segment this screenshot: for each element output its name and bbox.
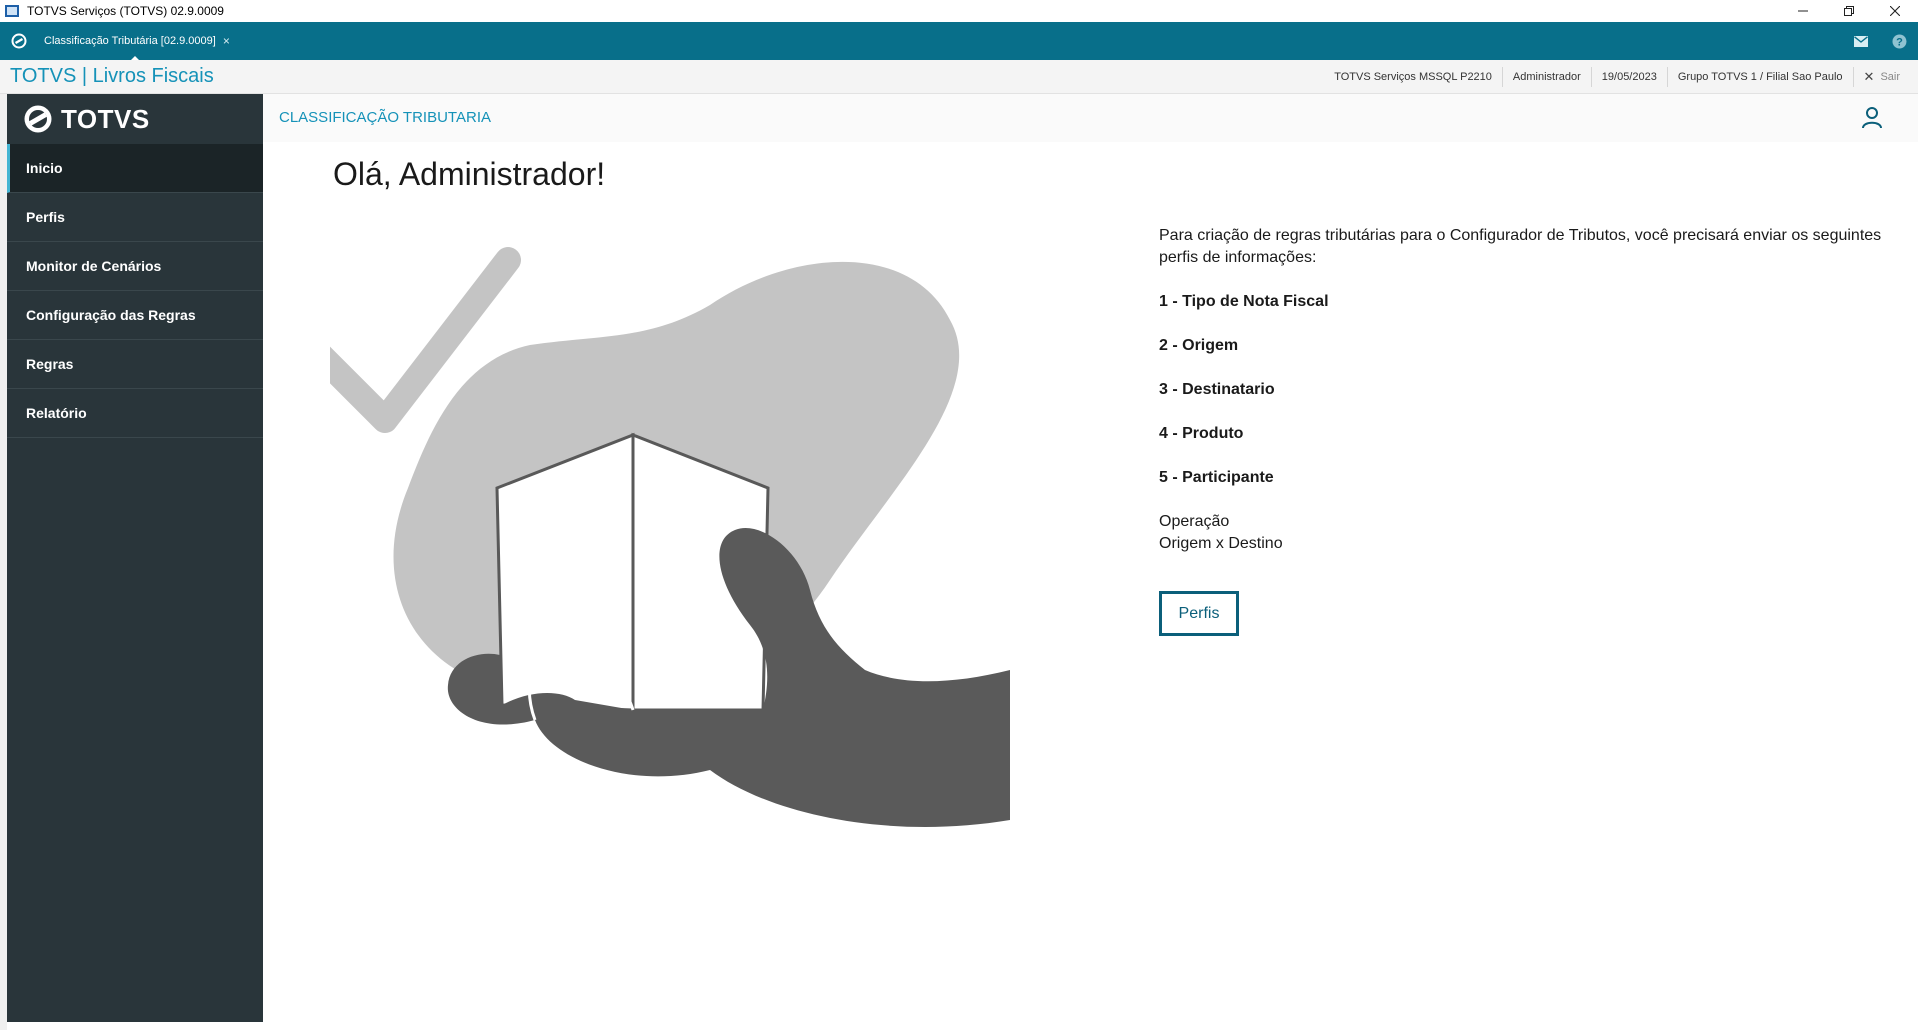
sidebar-item-regras[interactable]: Regras: [7, 340, 263, 389]
close-icon[interactable]: [1872, 0, 1918, 22]
sidebar-item-monitor-de-cenarios[interactable]: Monitor de Cenários: [7, 242, 263, 291]
sidebar-item-inicio[interactable]: Inicio: [7, 144, 263, 193]
exit-label: Sair: [1880, 71, 1900, 83]
branch-label[interactable]: Grupo TOTVS 1 / Filial Sao Paulo: [1666, 67, 1853, 87]
tab-label: Classificação Tributária [02.9.0009]: [44, 35, 216, 47]
restore-icon[interactable]: [1826, 0, 1872, 22]
tab-bar: Classificação Tributária [02.9.0009] × ?: [0, 22, 1918, 63]
date-label: 19/05/2023: [1590, 67, 1667, 87]
app-window: TOTVS Serviços (TOTVS) 02.9.0009 Classif…: [0, 0, 1918, 1030]
note-operacao: Operação: [1159, 513, 1230, 530]
page-title: CLASSIFICAÇÃO TRIBUTARIA: [279, 109, 491, 126]
sidebar-item-label: Inicio: [26, 160, 63, 176]
close-icon: ✕: [1863, 69, 1875, 84]
tab-close-icon[interactable]: ×: [223, 34, 230, 48]
greeting-heading: Olá, Administrador!: [333, 156, 606, 192]
tabbar-actions: ?: [1842, 22, 1918, 60]
window-title: TOTVS Serviços (TOTVS) 02.9.0009: [27, 4, 224, 18]
sidebar-item-label: Perfis: [26, 209, 65, 225]
step-item: 4 - Produto: [1159, 425, 1244, 442]
totvs-logo-icon: [24, 105, 52, 133]
left-edge-strip: [0, 94, 7, 1030]
step-item: 5 - Participante: [1159, 469, 1274, 486]
mail-icon[interactable]: [1842, 22, 1880, 60]
sidebar-item-configuracao-das-regras[interactable]: Configuração das Regras: [7, 291, 263, 340]
intro-text: Para criação de regras tributárias para …: [1159, 227, 1882, 266]
sidebar-logo: TOTVS: [7, 94, 263, 144]
user-label: Administrador: [1501, 67, 1591, 87]
exit-button[interactable]: ✕ Sair: [1852, 67, 1910, 87]
step-item: 2 - Origem: [1159, 337, 1239, 354]
module-title: TOTVS | Livros Fiscais: [10, 65, 214, 87]
sidebar-item-label: Regras: [26, 356, 74, 372]
info-panel: Para criação de regras tributárias para …: [1159, 225, 1899, 636]
user-icon[interactable]: [1860, 105, 1884, 129]
sidebar-item-label: Monitor de Cenários: [26, 258, 162, 274]
help-icon[interactable]: ?: [1880, 22, 1918, 60]
sidebar-item-perfis[interactable]: Perfis: [7, 193, 263, 242]
window-controls: [1780, 0, 1918, 22]
sidebar: TOTVS Inicio Perfis Monitor de Cenários …: [7, 94, 263, 1022]
perfis-button[interactable]: Perfis: [1159, 591, 1239, 636]
note-origem-destino: Origem x Destino: [1159, 535, 1283, 552]
environment-label: TOTVS Serviços MSSQL P2210: [1334, 71, 1492, 83]
minimize-icon[interactable]: [1780, 0, 1826, 22]
app-window-icon: [5, 5, 19, 17]
tab-classificacao-tributaria[interactable]: Classificação Tributária [02.9.0009] ×: [38, 25, 240, 63]
sidebar-item-relatorio[interactable]: Relatório: [7, 389, 263, 438]
hand-holding-box-illustration: [330, 247, 1010, 827]
os-title-bar: TOTVS Serviços (TOTVS) 02.9.0009: [0, 0, 1918, 22]
session-info: TOTVS Serviços MSSQL P2210 Administrador…: [1324, 60, 1910, 94]
totvs-home-icon[interactable]: [0, 22, 38, 60]
content-header: CLASSIFICAÇÃO TRIBUTARIA: [263, 94, 1918, 142]
step-item: 1 - Tipo de Nota Fiscal: [1159, 293, 1329, 310]
sidebar-item-label: Configuração das Regras: [26, 307, 196, 323]
sidebar-brand: TOTVS: [61, 103, 150, 134]
step-item: 3 - Destinatario: [1159, 381, 1275, 398]
module-header: TOTVS | Livros Fiscais TOTVS Serviços MS…: [0, 60, 1918, 94]
sidebar-item-label: Relatório: [26, 405, 87, 421]
svg-text:?: ?: [1896, 36, 1903, 48]
